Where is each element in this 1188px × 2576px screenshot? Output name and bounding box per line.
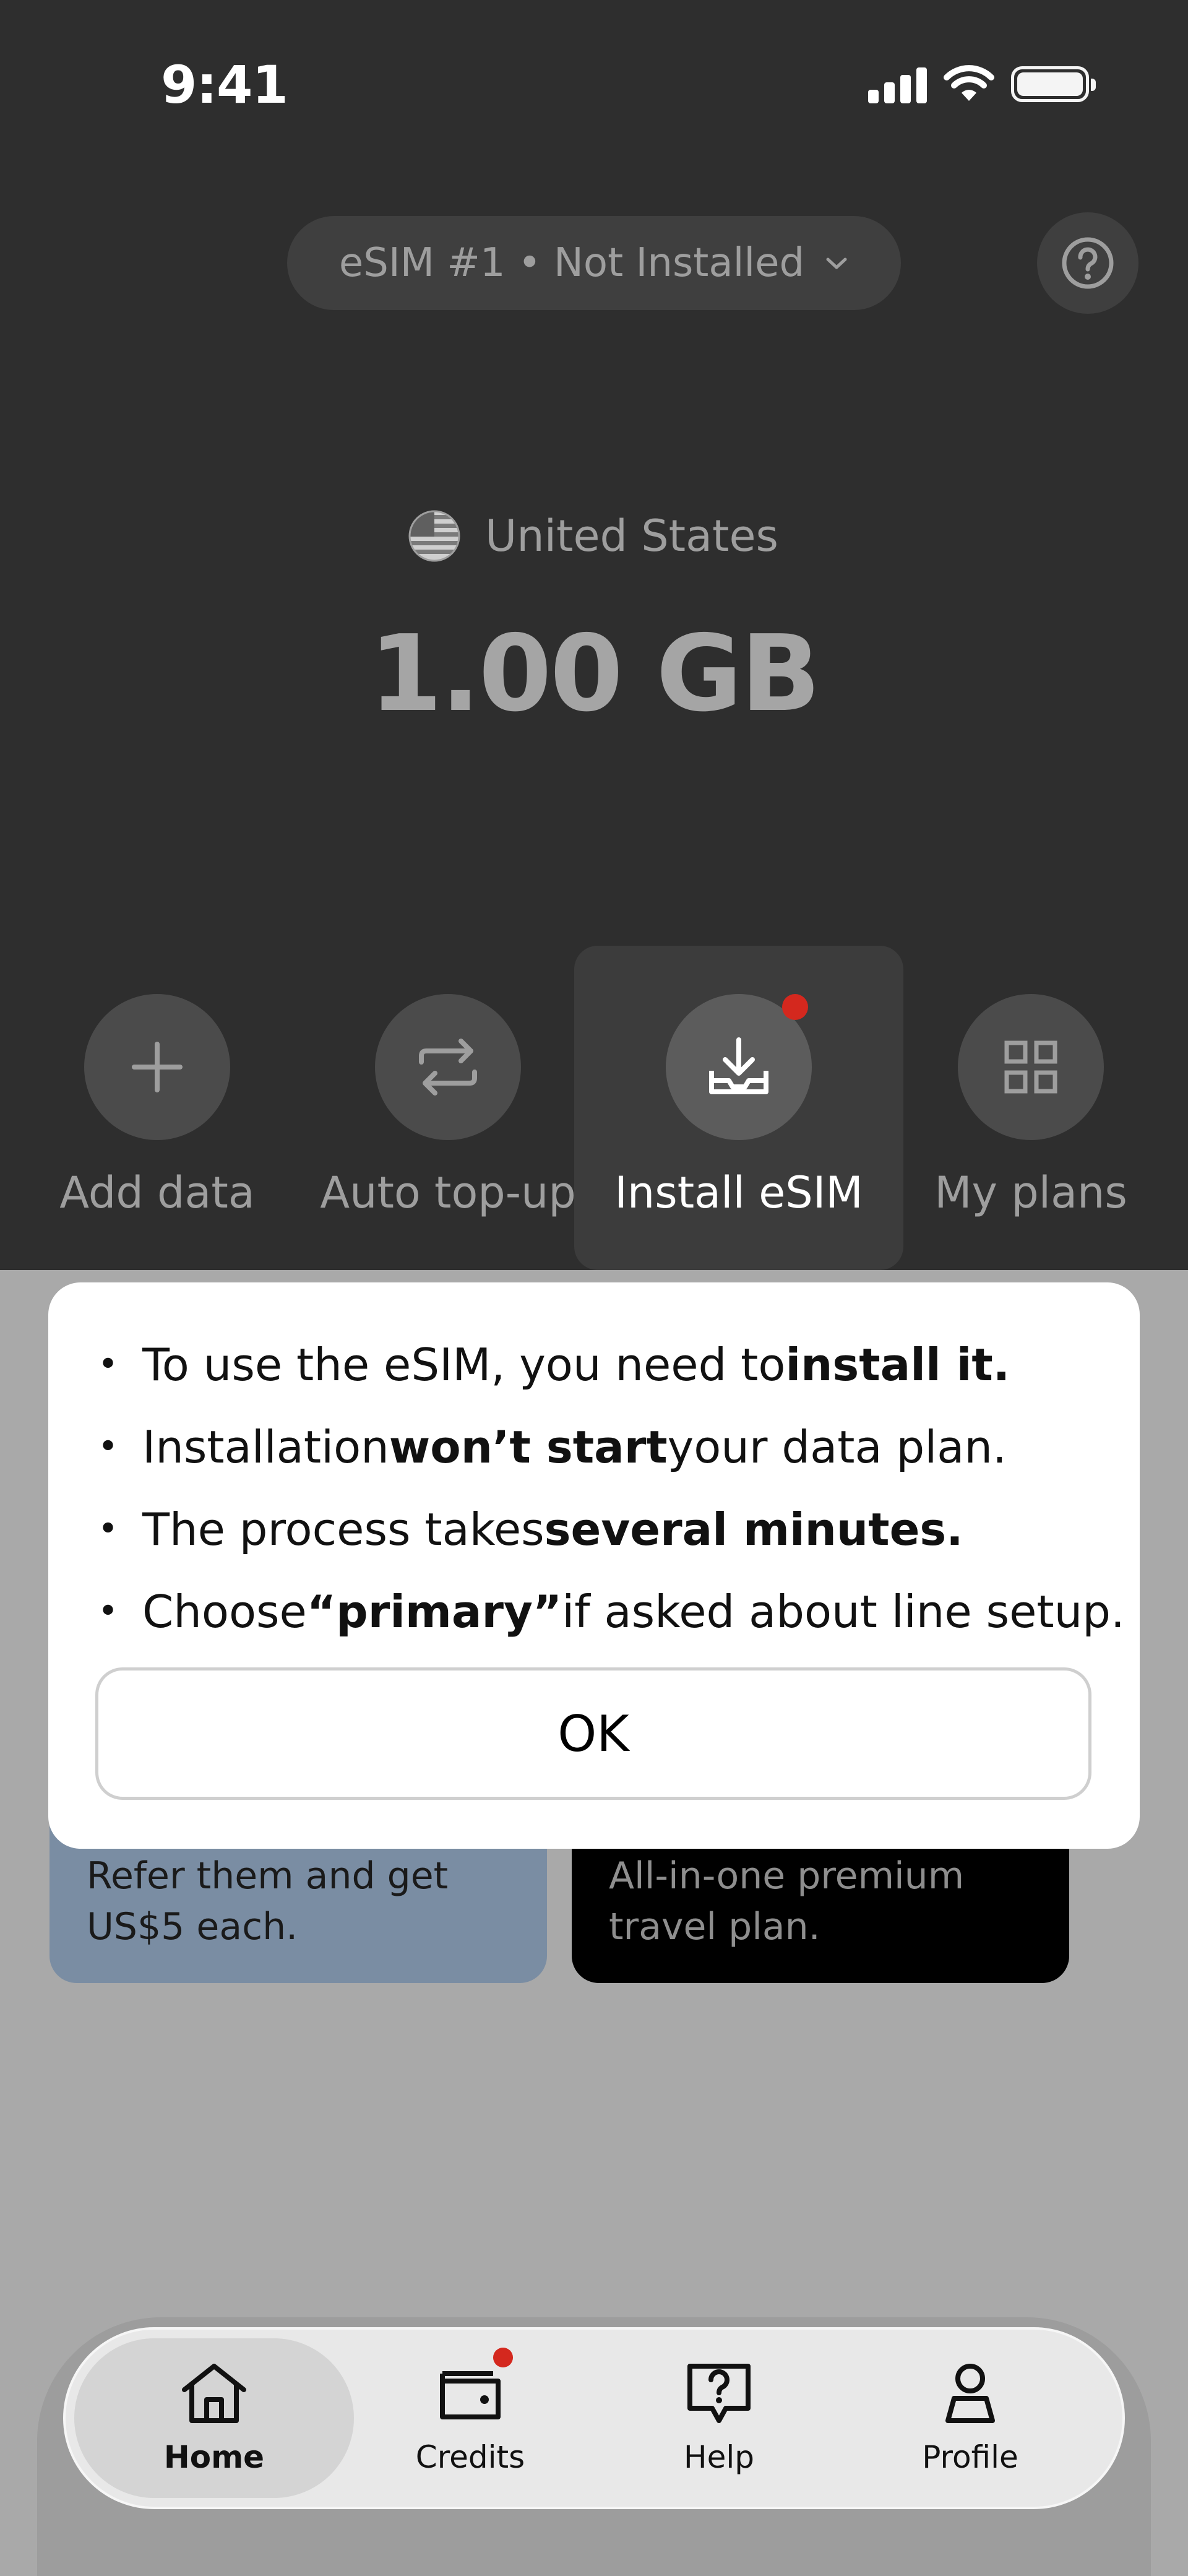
info-item: • To use the eSIM, you need to install it… xyxy=(98,1339,1010,1391)
country-name: United States xyxy=(485,511,779,561)
battery-icon xyxy=(1011,66,1096,102)
install-esim-label: Install eSIM xyxy=(614,1167,863,1218)
tab-help[interactable]: Help xyxy=(579,2338,859,2498)
auto-top-up-circle xyxy=(375,994,521,1140)
plus-icon xyxy=(132,1042,183,1092)
wifi-icon xyxy=(944,65,994,101)
credits-icon-wrap xyxy=(436,2348,513,2426)
grid-icon xyxy=(1004,1040,1057,1094)
premium-card-text: All-in-one premium travel plan. xyxy=(609,1854,965,1948)
install-info-dialog: • To use the eSIM, you need to install it… xyxy=(48,1282,1140,1849)
referral-card-text: Refer them and get US$5 each. xyxy=(87,1854,449,1948)
plan-country: United States xyxy=(408,510,778,562)
my-plans-circle xyxy=(958,994,1104,1140)
add-data-label: Add data xyxy=(59,1167,255,1218)
add-data-circle xyxy=(84,994,230,1140)
credits-notification-dot xyxy=(493,2348,513,2367)
tab-bar: Home Credits Help Profile xyxy=(63,2327,1125,2509)
my-plans-button[interactable]: My plans xyxy=(895,946,1167,1268)
home-icon xyxy=(182,2364,246,2423)
help-icon xyxy=(687,2364,751,2423)
repeat-icon xyxy=(419,1039,477,1096)
us-flag-icon xyxy=(408,510,460,562)
status-icons xyxy=(868,65,1096,103)
wallet-icon xyxy=(440,2371,501,2419)
tab-profile[interactable]: Profile xyxy=(830,2338,1110,2498)
profile-icon xyxy=(945,2364,995,2423)
help-button[interactable] xyxy=(1037,212,1138,314)
info-list: • To use the eSIM, you need to install it… xyxy=(98,1337,1125,1666)
install-esim-button[interactable]: Install eSIM xyxy=(574,946,903,1270)
tab-credits[interactable]: Credits xyxy=(330,2338,610,2498)
info-item: • Installation won’t start your data plan… xyxy=(98,1421,1007,1473)
tab-help-label: Help xyxy=(684,2439,754,2475)
my-plans-label: My plans xyxy=(934,1167,1127,1218)
notification-dot xyxy=(782,994,808,1020)
download-icon xyxy=(709,1037,768,1094)
info-item: • Choose “primary” if asked about line se… xyxy=(98,1586,1125,1638)
esim-selector[interactable]: eSIM #1 • Not Installed xyxy=(287,216,901,310)
add-data-button[interactable]: Add data xyxy=(21,946,293,1268)
header-area: 9:41 eSIM #1 • Not Installed United Stat… xyxy=(0,0,1188,1270)
esim-selector-label: eSIM #1 • Not Installed xyxy=(338,240,805,286)
info-item: • The process takes several minutes. xyxy=(98,1503,963,1555)
auto-top-up-button[interactable]: Auto top-up xyxy=(312,946,584,1268)
signal-icon xyxy=(868,65,927,103)
install-esim-circle xyxy=(666,994,812,1140)
tab-credits-label: Credits xyxy=(415,2439,525,2475)
tab-profile-label: Profile xyxy=(922,2439,1018,2475)
auto-top-up-label: Auto top-up xyxy=(320,1167,576,1218)
data-amount: 1.00 GB xyxy=(369,613,821,735)
tab-home-label: Home xyxy=(163,2439,265,2475)
tab-home[interactable]: Home xyxy=(74,2338,354,2498)
chevron-down-icon xyxy=(826,257,847,269)
ok-button[interactable]: OK xyxy=(95,1667,1091,1800)
question-circle-icon xyxy=(1062,237,1114,289)
status-time: 9:41 xyxy=(161,54,288,115)
